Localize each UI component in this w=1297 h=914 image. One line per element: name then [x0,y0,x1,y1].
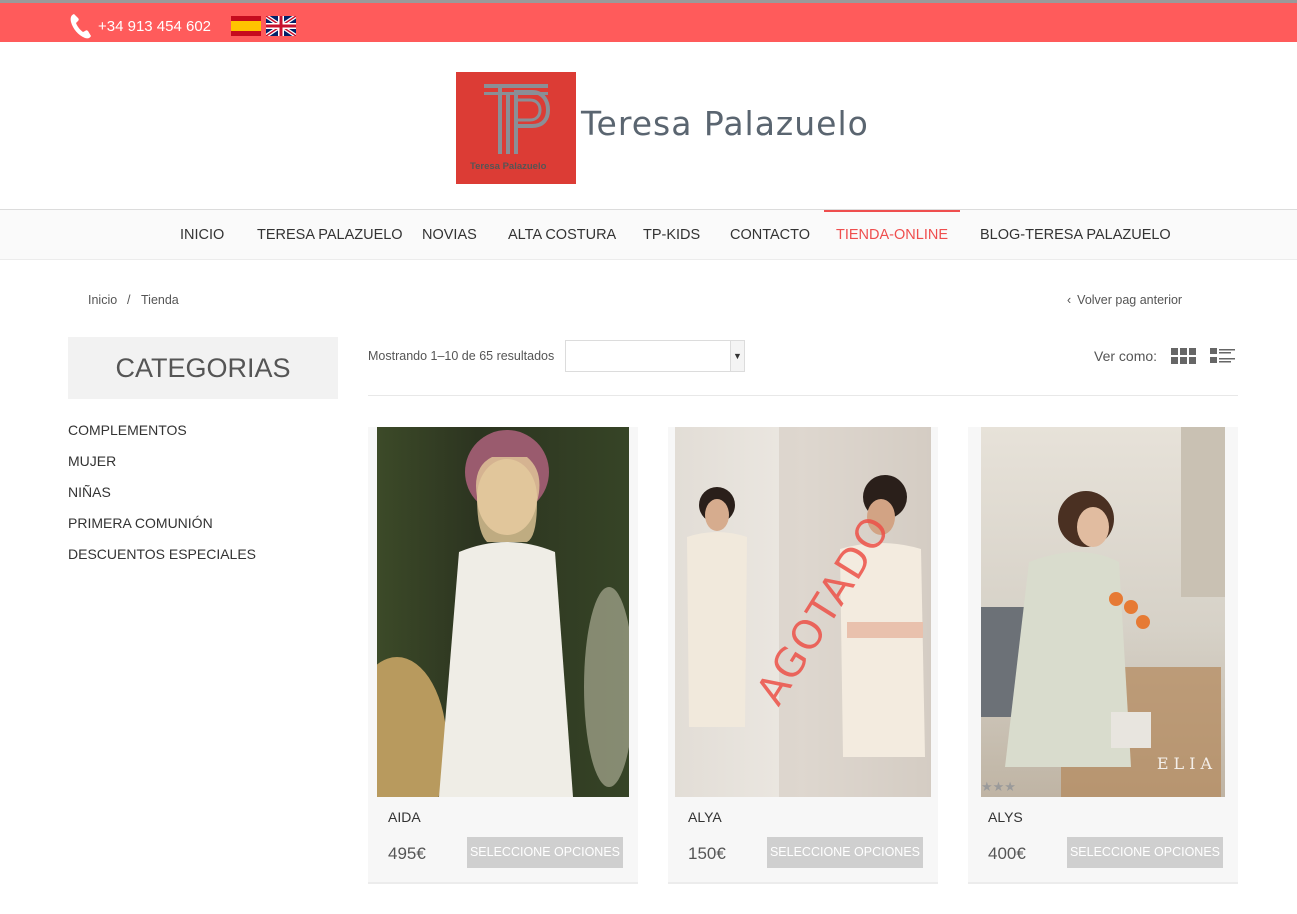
main-nav: INICIO TERESA PALAZUELO NOVIAS ALTA COST… [0,209,1297,260]
nav-item-tp-kids[interactable]: TP-KIDS [643,210,700,260]
sort-select[interactable]: ▼ [565,340,745,372]
top-bar: +34 913 454 602 [0,0,1297,42]
product-photo[interactable] [377,427,629,797]
product-name[interactable]: AIDA [388,809,421,825]
product-price: 400€ [988,844,1026,863]
phone-number: +34 913 454 602 [98,17,212,35]
category-primera-comunion[interactable]: PRIMERA COMUNIÓN [68,515,213,531]
nav-item-alta-costura[interactable]: ALTA COSTURA [508,210,616,260]
dress-photo-placeholder [981,427,1225,797]
select-options-button[interactable]: SELECCIONE OPCIONES [467,837,623,868]
rating-stars-icon: ★★★ [981,779,1016,794]
phone-icon [70,14,91,39]
breadcrumb-home[interactable]: Inicio [88,293,117,307]
product-card[interactable]: ELIA ★★★ ALYS 400€ SELECCIONE OPCIONES [968,427,1238,884]
product-name[interactable]: ALYS [988,809,1023,825]
nav-item-blog[interactable]: BLOG-TERESA PALAZUELO [980,210,1171,260]
brand-name[interactable]: Teresa Palazuelo [581,104,869,143]
results-count: Mostrando 1–10 de 65 resultados [368,349,555,363]
categories-title: CATEGORIAS [68,337,338,399]
spain-flag-icon[interactable] [231,16,261,36]
category-descuentos-especiales[interactable]: DESCUENTOS ESPECIALES [68,546,256,562]
phone-contact[interactable]: +34 913 454 602 [68,11,211,41]
uk-flag-icon[interactable] [266,16,296,36]
back-link[interactable]: ‹ Volver pag anterior [1067,293,1182,307]
photo-caption: ELIA [1156,754,1217,773]
nav-item-novias[interactable]: NOVIAS [422,210,477,260]
grid-view-icon[interactable] [1171,348,1197,364]
breadcrumb-current: Tienda [141,293,179,307]
breadcrumb-separator: / [127,293,131,307]
select-options-button[interactable]: SELECCIONE OPCIONES [1067,837,1223,868]
chevron-left-icon: ‹ [1067,293,1072,307]
category-complementos[interactable]: COMPLEMENTOS [68,422,187,438]
nav-item-teresa-palazuelo[interactable]: TERESA PALAZUELO [257,210,403,260]
list-view-icon[interactable] [1210,348,1236,364]
product-price: 150€ [688,844,726,863]
product-name[interactable]: ALYA [688,809,722,825]
dress-photo-placeholder [377,430,629,797]
category-ninas[interactable]: NIÑAS [68,484,111,500]
product-card[interactable]: AGOTADO ALYA 150€ SELECCIONE OPCIONES [668,427,938,884]
view-as-label: Ver como: [1094,348,1158,364]
logo-caption: Teresa Palazuelo [470,161,547,172]
nav-item-contacto[interactable]: CONTACTO [730,210,810,260]
product-photo[interactable]: AGOTADO [675,427,931,797]
logo-mark[interactable]: Teresa Palazuelo [456,72,576,184]
select-options-button[interactable]: SELECCIONE OPCIONES [767,837,923,868]
nav-item-tienda-online[interactable]: TIENDA-ONLINE [824,210,960,260]
product-price: 495€ [388,844,426,863]
product-card[interactable]: AIDA 495€ SELECCIONE OPCIONES [368,427,638,884]
category-mujer[interactable]: MUJER [68,453,116,469]
dropdown-arrow-icon: ▼ [730,341,744,371]
toolbar-divider [368,395,1238,396]
product-photo[interactable]: ELIA ★★★ [981,427,1225,797]
nav-item-inicio[interactable]: INICIO [180,210,224,260]
back-link-label: Volver pag anterior [1077,293,1183,307]
